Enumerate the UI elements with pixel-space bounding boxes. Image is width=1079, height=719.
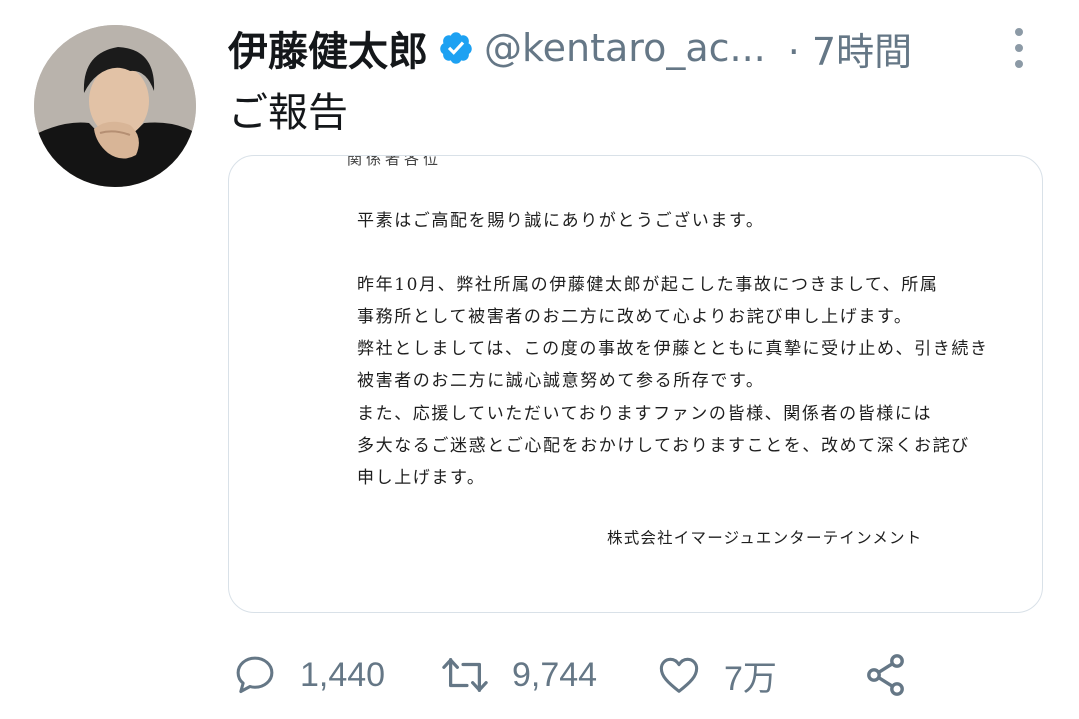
reply-button[interactable]: 1,440 [232,648,385,702]
author-handle[interactable]: @kentaro_ac... [484,26,766,70]
reply-icon [236,656,274,694]
document-line: 被害者のお二方に誠心誠意努めて参る所存です。 [357,371,765,391]
document-line: 昨年10月、弊社所属の伊藤健太郎が起こした事故につきまして、所属 [357,275,939,295]
document-line: 事務所として被害者のお二方に改めて心よりお詫び申し上げます。 [357,307,913,327]
more-options-icon[interactable] [1010,28,1028,68]
tweet-text: ご報告 [228,90,348,136]
retweet-count: 9,744 [512,655,598,694]
tweet-timestamp[interactable]: · 7時間 [788,21,912,76]
document-line: 平素はご高配を賜り誠にありがとうございます。 [357,211,765,231]
document-line: 多大なるご迷惑とご心配をおかけしておりますことを、改めて深くお詫び [357,436,970,456]
avatar-image [34,25,196,187]
action-bar: 1,440 9,744 7万 [232,648,932,702]
document-line: 申し上げます。 [357,468,486,488]
share-button[interactable] [862,648,910,702]
avatar[interactable] [34,25,196,187]
like-button[interactable]: 7万 [656,648,777,702]
tweet-header: 伊藤健太郎 @kentaro_ac... · 7時間 [228,19,912,77]
tweet-card[interactable]: 伊藤健太郎 @kentaro_ac... · 7時間 ご報告 関係者各位 平素は… [0,0,1079,719]
like-count: 7万 [724,659,777,698]
retweet-button[interactable]: 9,744 [440,648,597,702]
verified-badge-icon [438,30,474,66]
share-icon [867,654,904,696]
document-signature: 株式会社イマージュエンターテインメント [607,529,923,547]
attached-image[interactable]: 関係者各位 平素はご高配を賜り誠にありがとうございます。 昨年10月、弊社所属の… [228,155,1043,613]
heart-icon [659,657,699,693]
statement-document: 関係者各位 平素はご高配を賜り誠にありがとうございます。 昨年10月、弊社所属の… [229,156,1042,612]
author-name[interactable]: 伊藤健太郎 [228,19,428,77]
retweet-icon [442,658,488,692]
document-line: また、応援していただいておりますファンの皆様、関係者の皆様には [357,404,933,424]
document-cut-line: 関係者各位 [347,155,443,168]
document-line: 弊社としましては、この度の事故を伊藤とともに真摯に受け止め、引き続き [357,339,989,359]
reply-count: 1,440 [300,655,386,694]
